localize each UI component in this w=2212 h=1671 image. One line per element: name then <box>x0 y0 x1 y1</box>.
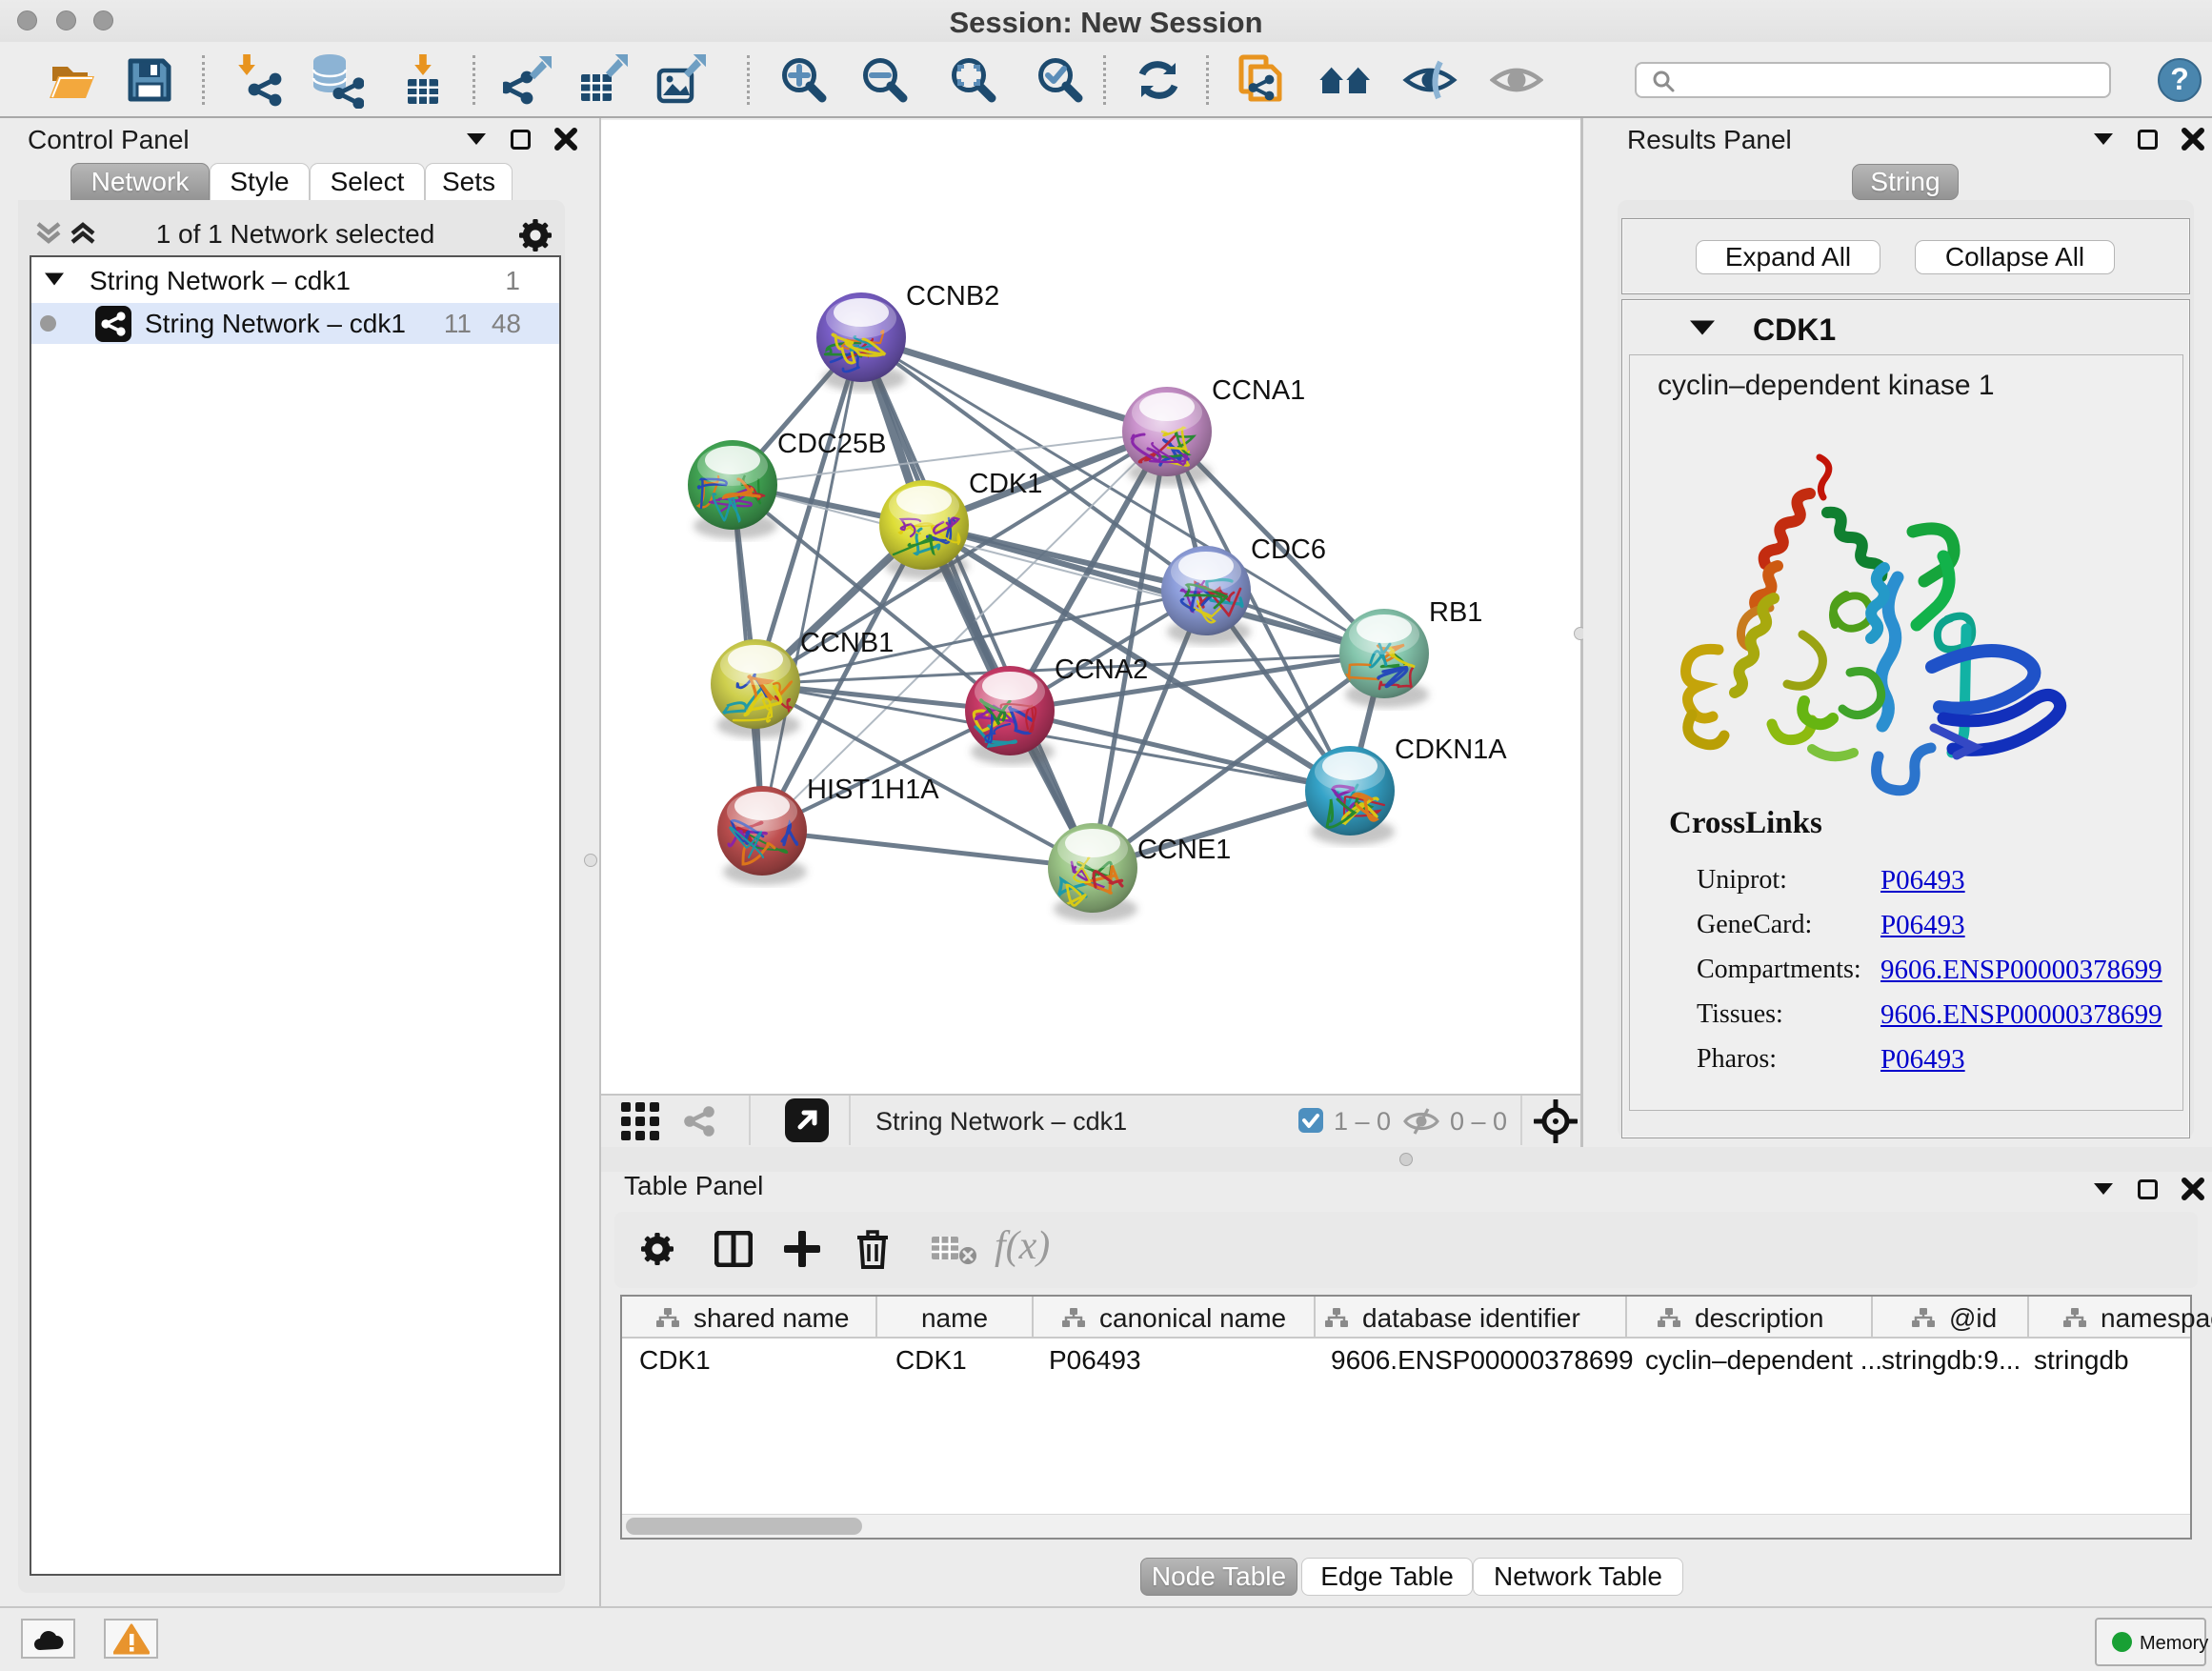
svg-text:CCNB2: CCNB2 <box>906 281 999 312</box>
svg-text:CCNA2: CCNA2 <box>1055 654 1148 685</box>
svg-text:?: ? <box>2170 62 2189 96</box>
svg-text:CCNA1: CCNA1 <box>1212 375 1305 406</box>
svg-text:HIST1H1A: HIST1H1A <box>807 775 939 805</box>
svg-text:CCNB1: CCNB1 <box>800 628 894 658</box>
svg-text:CDC25B: CDC25B <box>777 429 886 459</box>
svg-text:CCNE1: CCNE1 <box>1137 835 1231 865</box>
svg-text:RB1: RB1 <box>1429 597 1482 628</box>
svg-text:CDK1: CDK1 <box>969 469 1042 499</box>
svg-text:CDC6: CDC6 <box>1251 534 1326 565</box>
svg-text:CDKN1A: CDKN1A <box>1395 735 1507 765</box>
